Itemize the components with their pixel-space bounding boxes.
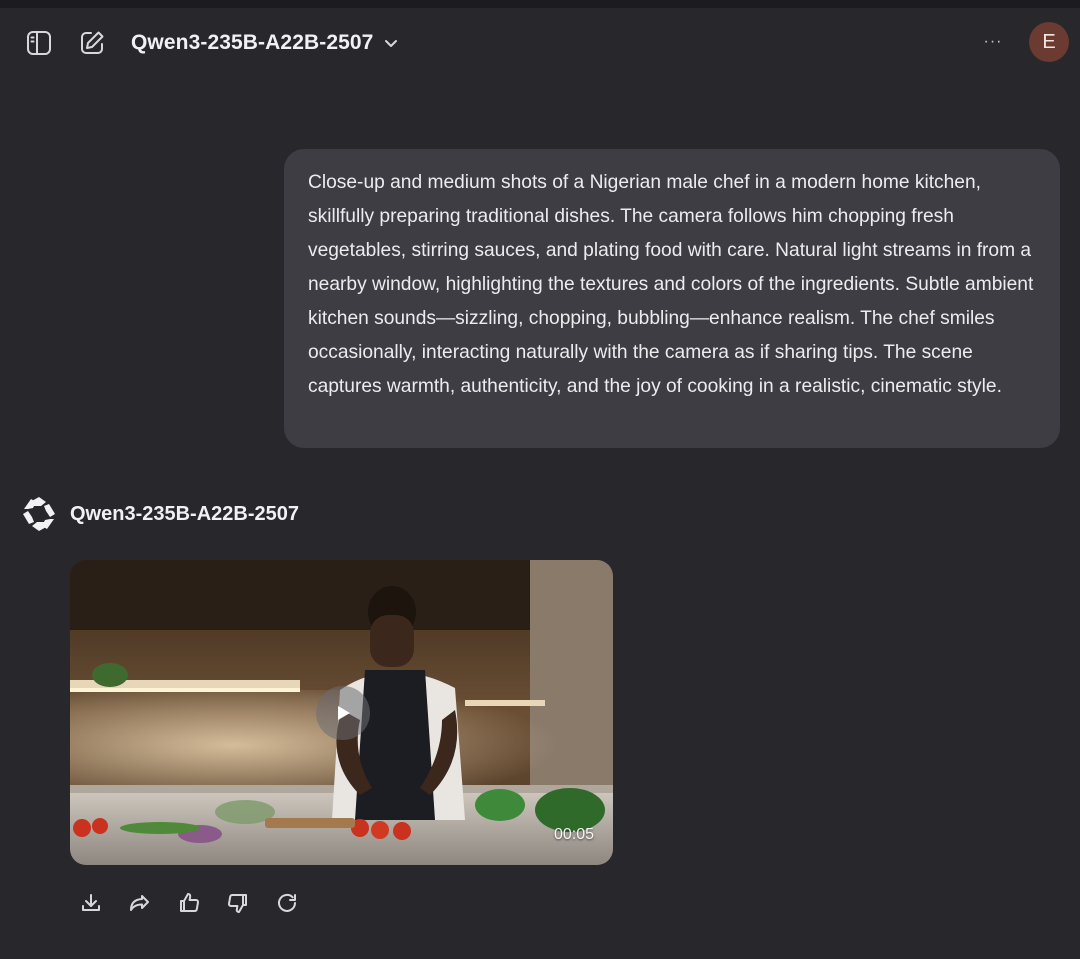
regenerate-button[interactable]	[273, 888, 322, 918]
download-icon	[82, 894, 100, 911]
generated-video[interactable]: 00:05	[70, 560, 613, 865]
user-avatar[interactable]: E	[1029, 22, 1069, 62]
sidebar-icon	[27, 31, 51, 55]
more-options-button[interactable]: ···	[978, 28, 1008, 56]
edit-icon	[81, 31, 104, 54]
thumbs-up-icon	[180, 893, 199, 913]
chat-header: Qwen3-235B-A22B-2507 ··· E	[0, 8, 1080, 76]
thumbs-up-button[interactable]	[175, 888, 224, 918]
play-icon	[338, 706, 350, 720]
share-icon	[130, 895, 149, 911]
model-name: Qwen3-235B-A22B-2507	[131, 31, 374, 54]
model-selector[interactable]: Qwen3-235B-A22B-2507	[131, 28, 399, 58]
share-button[interactable]	[126, 888, 175, 918]
chevron-down-icon	[385, 40, 398, 47]
regenerate-icon	[278, 893, 296, 912]
top-edge	[0, 0, 1080, 8]
video-duration: 00:05	[553, 826, 594, 843]
assistant-name: Qwen3-235B-A22B-2507	[70, 502, 299, 525]
sidebar-toggle-button[interactable]	[22, 26, 56, 60]
assistant-header: Qwen3-235B-A22B-2507	[19, 494, 299, 534]
user-message-bubble: Close-up and medium shots of a Nigerian …	[284, 149, 1060, 448]
new-chat-button[interactable]	[75, 26, 109, 60]
thumbs-down-button[interactable]	[224, 888, 273, 918]
qwen-logo-icon	[23, 497, 55, 531]
download-button[interactable]	[77, 888, 126, 918]
message-actions	[77, 888, 322, 918]
play-button[interactable]	[316, 686, 370, 740]
user-message-text: Close-up and medium shots of a Nigerian …	[308, 172, 1034, 397]
thumbs-down-icon	[228, 893, 247, 913]
